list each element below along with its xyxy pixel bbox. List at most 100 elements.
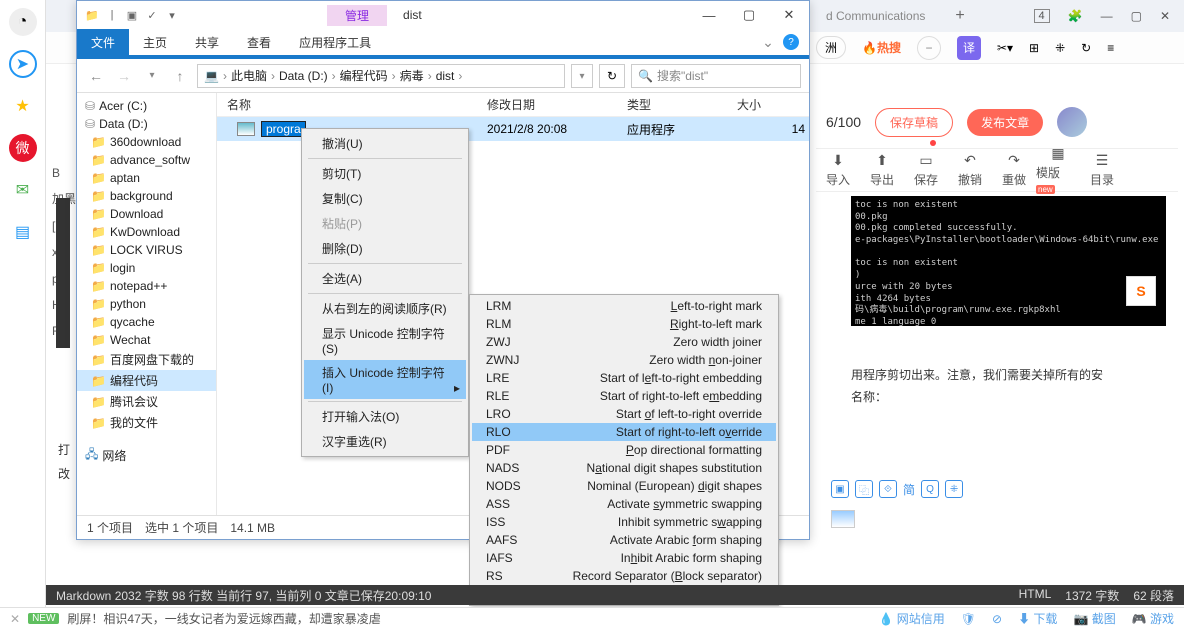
nav-folder[interactable]: 📁 百度网盘下载的 [77, 349, 216, 370]
submenu-item[interactable]: PDFPop directional formatting [472, 441, 776, 459]
news-close[interactable]: ✕ [10, 612, 20, 626]
nav-folder[interactable]: 📁 腾讯会议 [77, 391, 216, 412]
up-button[interactable]: ↑ [169, 68, 191, 84]
nav-folder[interactable]: 📁 KwDownload [77, 223, 216, 241]
tab-title[interactable]: d Communications [816, 9, 935, 23]
nav-folder[interactable]: 📁 qycache [77, 313, 216, 331]
menu-icon[interactable]: ≡ [1107, 41, 1114, 55]
weibo-icon[interactable]: 微 [9, 134, 37, 162]
ribbon-tab[interactable]: 共享 [181, 29, 233, 55]
avatar-icon[interactable]: ◔ [9, 8, 37, 36]
news-tool[interactable]: ⊘ [992, 612, 1002, 626]
search-small-icon[interactable]: Q [921, 480, 939, 498]
submenu-item[interactable]: RLOStart of right-to-left override [472, 423, 776, 441]
new-tab-button[interactable]: + [955, 7, 964, 25]
ribbon-tab[interactable]: 主页 [129, 29, 181, 55]
hot-search-button[interactable]: 🔥热搜 [862, 39, 901, 56]
save-draft-button[interactable]: 保存草稿 [875, 108, 953, 137]
user-avatar[interactable] [1057, 107, 1087, 137]
ribbon-tab[interactable]: 查看 [233, 29, 285, 55]
ribbon-tab[interactable]: 应用程序工具 [285, 29, 385, 55]
explorer-title-bar[interactable]: 📁 | ▣ ✓ ▾ 管理 dist — ▢ ✕ [77, 1, 809, 29]
image-icon[interactable]: ▣ [831, 480, 849, 498]
submenu-item[interactable]: ISSInhibit symmetric swapping [472, 513, 776, 531]
editor-tool[interactable]: ☰目录 [1080, 152, 1124, 188]
publish-button[interactable]: 发布文章 [967, 109, 1043, 136]
window-maximize-icon[interactable]: ▢ [1131, 9, 1142, 23]
crop-icon[interactable]: ⿻ [855, 480, 873, 498]
editor-tool[interactable]: ⬆导出 [860, 152, 904, 188]
submenu-item[interactable]: IAFSInhibit Arabic form shaping [472, 549, 776, 567]
ribbon-tab[interactable]: 文件 [77, 29, 129, 55]
zoom-out-icon[interactable]: − [917, 36, 941, 60]
refresh-icon[interactable]: ↻ [1081, 41, 1091, 55]
nav-folder[interactable]: 📁 notepad++ [77, 277, 216, 295]
nav-folder[interactable]: 📁 advance_softw [77, 151, 216, 169]
context-menu-item[interactable]: 复制(C) [304, 186, 466, 211]
submenu-item[interactable]: AAFSActivate Arabic form shaping [472, 531, 776, 549]
nav-compass-icon[interactable]: ➤ [9, 50, 37, 78]
rename-input[interactable]: progra [261, 121, 306, 137]
nav-drive[interactable]: ⛁ Acer (C:) [77, 97, 216, 115]
minimize-button[interactable]: — [689, 3, 729, 27]
breadcrumb-item[interactable]: 编程代码 [340, 67, 388, 84]
editor-tool[interactable]: ▦模版 new [1036, 145, 1080, 195]
folder-icon[interactable]: 📁 [83, 6, 101, 24]
nav-folder[interactable]: 📁 aptan [77, 169, 216, 187]
news-tool[interactable]: 💧 网站信用 [879, 610, 945, 627]
breadcrumb[interactable]: 💻›此电脑›Data (D:)›编程代码›病毒›dist› [197, 64, 565, 88]
ribbon-collapse-icon[interactable]: ⌄ [757, 34, 779, 51]
grid-icon[interactable]: ⁜ [945, 480, 963, 498]
nav-folder[interactable]: 📁 Download [77, 205, 216, 223]
col-type[interactable]: 类型 [627, 96, 737, 113]
nav-folder[interactable]: 📁 login [77, 259, 216, 277]
context-menu-item[interactable]: 剪切(T) [304, 161, 466, 186]
submenu-item[interactable]: LRMLeft-to-right mark [472, 297, 776, 315]
maximize-button[interactable]: ▢ [729, 3, 769, 27]
back-button[interactable]: ← [85, 68, 107, 84]
nav-folder[interactable]: 📁 python [77, 295, 216, 313]
nav-folder[interactable]: 📁 编程代码 [77, 370, 216, 391]
context-menu-item[interactable]: 从右到左的阅读顺序(R) [304, 296, 466, 321]
lang-simplified[interactable]: 简 [903, 481, 915, 498]
window-minimize-icon[interactable]: — [1101, 9, 1113, 23]
submenu-item[interactable]: LROStart of left-to-right override [472, 405, 776, 423]
submenu-item[interactable]: LREStart of left-to-right embedding [472, 369, 776, 387]
manage-contextual-tab[interactable]: 管理 [327, 5, 387, 26]
window-count-badge[interactable]: 4 [1034, 9, 1050, 23]
context-menu-item[interactable]: 打开输入法(O) [304, 404, 466, 429]
nav-folder[interactable]: 📁 360download [77, 133, 216, 151]
col-size[interactable]: 大小 [737, 96, 809, 113]
qat-dropdown-icon[interactable]: ▾ [163, 6, 181, 24]
col-name[interactable]: 名称 [217, 96, 487, 113]
context-menu-item[interactable]: 全选(A) [304, 266, 466, 291]
news-tool[interactable]: 🛡 [961, 612, 976, 626]
breadcrumb-item[interactable]: 病毒 [400, 67, 424, 84]
submenu-item[interactable]: RLEStart of right-to-left embedding [472, 387, 776, 405]
submenu-item[interactable]: NADSNational digit shapes substitution [472, 459, 776, 477]
submenu-item[interactable]: ZWNJZero width non-joiner [472, 351, 776, 369]
nav-network[interactable]: 🖧 网络 [77, 443, 216, 468]
column-headers[interactable]: 名称 修改日期 类型 大小 [217, 93, 809, 117]
breadcrumb-dropdown[interactable]: ▾ [571, 64, 593, 88]
breadcrumb-item[interactable]: dist [436, 69, 455, 83]
search-input[interactable]: 🔍 搜索"dist" [631, 64, 801, 88]
context-menu-item[interactable]: 插入 Unicode 控制字符(I)▸ [304, 360, 466, 399]
help-icon[interactable]: ? [783, 34, 799, 50]
submenu-item[interactable]: RLMRight-to-left mark [472, 315, 776, 333]
submenu-item[interactable]: NODSNominal (European) digit shapes [472, 477, 776, 495]
translate-icon[interactable]: 译 [957, 36, 981, 60]
submenu-item[interactable]: ZWJZero width joiner [472, 333, 776, 351]
forward-button[interactable]: → [113, 68, 135, 84]
properties-icon[interactable]: ▣ [123, 6, 141, 24]
news-text[interactable]: 刷屏！相识47天，一线女记者为爱远嫁西藏，却遭家暴凌虐 [67, 610, 380, 627]
nav-drive[interactable]: ⛁ Data (D:) [77, 115, 216, 133]
col-date[interactable]: 修改日期 [487, 96, 627, 113]
crop2-icon[interactable]: ⟐ [879, 480, 897, 498]
context-menu-item[interactable]: 显示 Unicode 控制字符(S) [304, 321, 466, 360]
mail-icon[interactable]: ✉ [9, 176, 37, 204]
nav-folder[interactable]: 📁 LOCK VIRUS [77, 241, 216, 259]
editor-tool[interactable]: ↷重做 [992, 152, 1036, 188]
close-button[interactable]: ✕ [769, 3, 809, 27]
editor-tool[interactable]: ⬇导入 [816, 152, 860, 188]
